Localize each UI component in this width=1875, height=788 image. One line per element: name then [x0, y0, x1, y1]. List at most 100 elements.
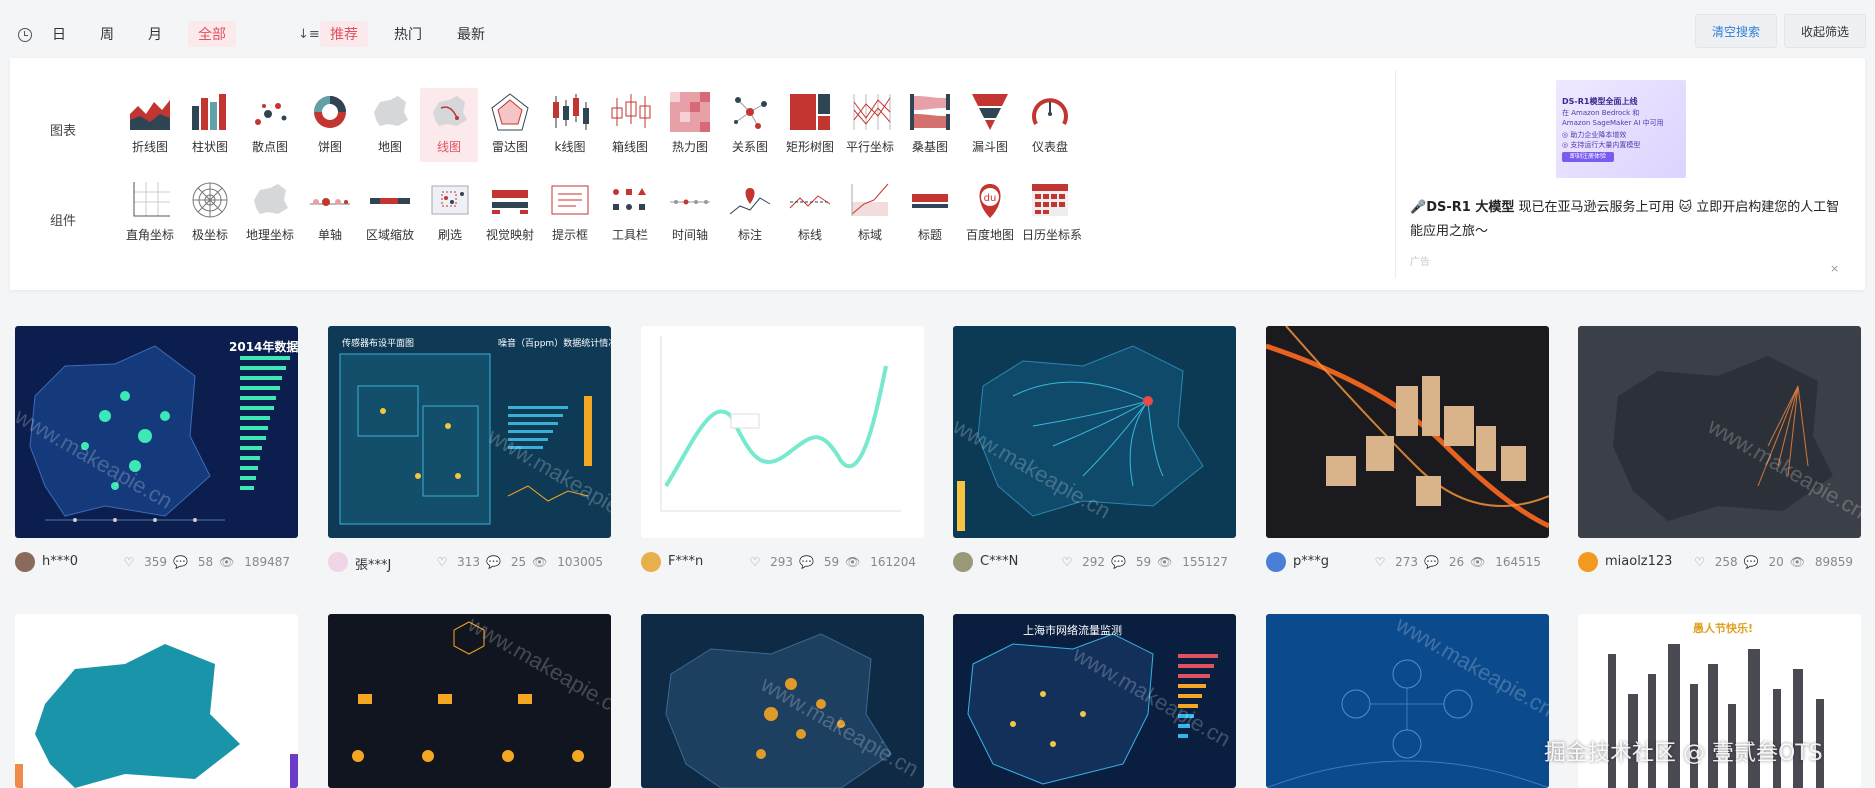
gallery-card[interactable]: p***g ♡ 273 💬 26 👁 164515: [1266, 326, 1549, 572]
username[interactable]: h***0: [42, 554, 78, 569]
card-thumbnail[interactable]: www.makeapie.cn: [953, 326, 1236, 538]
cat-sankey-chart[interactable]: 桑基图: [902, 92, 958, 155]
like-icon[interactable]: ♡: [1375, 555, 1386, 569]
cat-funnel-chart[interactable]: 漏斗图: [962, 92, 1018, 155]
avatar[interactable]: [953, 552, 973, 572]
cat-title[interactable]: 标题: [902, 180, 958, 243]
thumbnail-title: 愚人节快乐!: [1693, 622, 1754, 635]
cat-calendar[interactable]: 日历坐标系: [1022, 180, 1082, 243]
card-thumbnail[interactable]: www.makeapie.cn: [1578, 326, 1861, 538]
gallery-card[interactable]: www.makeapie.cn C***N ♡ 292 💬 59 👁 155127: [953, 326, 1236, 572]
collapse-filter-button[interactable]: 收起筛选: [1784, 14, 1867, 48]
cat-geo[interactable]: 地理坐标: [242, 180, 298, 243]
username[interactable]: miaolz123: [1605, 554, 1672, 569]
view-icon: 👁: [1789, 555, 1805, 569]
username[interactable]: F***n: [668, 554, 703, 569]
time-filter-day[interactable]: 日: [52, 24, 66, 44]
like-icon[interactable]: ♡: [750, 555, 761, 569]
cat-graph-chart[interactable]: 关系图: [722, 92, 778, 155]
like-icon[interactable]: ♡: [1694, 555, 1705, 569]
card-thumbnail[interactable]: www.makeapie.cn: [1266, 614, 1549, 788]
cat-parallel-chart[interactable]: 平行坐标: [842, 92, 898, 155]
cat-baidu-map[interactable]: du 百度地图: [962, 180, 1018, 243]
cat-timeline[interactable]: 时间轴: [662, 180, 718, 243]
sort-latest[interactable]: 最新: [457, 24, 485, 44]
avatar[interactable]: [15, 552, 35, 572]
gallery-card[interactable]: 传感器布设平面图 噪音（百ppm）数据统计情况 www.makeapie.cn …: [328, 326, 611, 573]
cat-tooltip[interactable]: 提示框: [542, 180, 598, 243]
cat-line-chart[interactable]: 折线图: [122, 92, 178, 155]
ad-image[interactable]: DS-R1模型全面上线 在 Amazon Bedrock 和 Amazon Sa…: [1556, 80, 1686, 178]
card-thumbnail[interactable]: 上海市网络流量监测 www.makeapie.cn: [953, 614, 1236, 788]
cat-visualmap[interactable]: 视觉映射: [482, 180, 538, 243]
cat-pie-chart[interactable]: 饼图: [302, 92, 358, 155]
cat-map-chart[interactable]: 地图: [362, 92, 418, 155]
gallery-card[interactable]: www.makeapie.cn miaolz123 ♡ 258 💬 20 👁 898…: [1578, 326, 1861, 572]
cat-heatmap-chart[interactable]: 热力图: [662, 92, 718, 155]
avatar[interactable]: [328, 552, 348, 572]
username[interactable]: C***N: [980, 554, 1018, 569]
username[interactable]: p***g: [1293, 554, 1329, 569]
thumbnail-art: [660, 336, 901, 512]
gallery-card[interactable]: 上海市网络流量监测 www.makeapie.cn: [953, 614, 1236, 788]
clear-search-button[interactable]: 清空搜索: [1695, 14, 1778, 48]
cat-brush[interactable]: 刷选: [422, 180, 478, 243]
polar-icon: [192, 182, 228, 218]
gallery-card[interactable]: 2014年数据统计 www.makeapie.cn h***0 ♡ 359💬 5…: [15, 326, 298, 572]
cat-single-axis[interactable]: 单轴: [302, 180, 358, 243]
cat-gauge-chart[interactable]: 仪表盘: [1022, 92, 1078, 155]
datazoom-icon: [370, 198, 410, 204]
cat-scatter-chart[interactable]: 散点图: [242, 92, 298, 155]
card-thumbnail[interactable]: [1266, 326, 1549, 538]
sort-recommend[interactable]: 推荐: [320, 21, 368, 47]
cat-polar[interactable]: 极坐标: [182, 180, 238, 243]
avatar[interactable]: [1578, 552, 1598, 572]
gallery-card[interactable]: www.makeapie.cn: [641, 614, 924, 788]
username[interactable]: 張***J: [355, 554, 391, 573]
gallery-card[interactable]: [15, 614, 298, 788]
gallery-card[interactable]: www.makeapie.cn: [1266, 614, 1549, 788]
card-thumbnail[interactable]: www.makeapie.cn: [328, 614, 611, 788]
view-icon: 👁: [1470, 555, 1486, 569]
cat-radar-chart[interactable]: 雷达图: [482, 92, 538, 155]
like-icon[interactable]: ♡: [124, 555, 135, 569]
cat-cartesian[interactable]: 直角坐标: [122, 180, 178, 243]
view-icon: 👁: [219, 555, 235, 569]
time-filter-week[interactable]: 周: [100, 24, 114, 44]
ad-close-icon[interactable]: ×: [1830, 262, 1839, 275]
gauge-icon: [1032, 98, 1068, 125]
cat-candlestick-chart[interactable]: k线图: [542, 92, 598, 155]
time-filter-all[interactable]: 全部: [188, 21, 236, 47]
like-icon[interactable]: ♡: [437, 555, 448, 569]
cat-markline[interactable]: 标线: [782, 180, 838, 243]
cat-lines-chart[interactable]: 线图: [420, 88, 478, 162]
card-thumbnail[interactable]: 2014年数据统计 www.makeapie.cn: [15, 326, 298, 538]
sort-hot[interactable]: 热门: [394, 24, 422, 44]
like-icon[interactable]: ♡: [1062, 555, 1073, 569]
time-filter-month[interactable]: 月: [148, 24, 162, 44]
ad-text[interactable]: 🎤DS-R1 大模型 现已在亚马逊云服务上可用 🐱 立即开启构建您的人工智能应用…: [1410, 196, 1850, 244]
avatar[interactable]: [1266, 552, 1286, 572]
card-thumbnail[interactable]: www.makeapie.cn: [641, 614, 924, 788]
gallery-card[interactable]: F***n ♡ 293 💬 59 👁 161204: [641, 326, 924, 572]
view-icon: 👁: [1157, 555, 1173, 569]
gallery-card[interactable]: www.makeapie.cn: [328, 614, 611, 788]
cat-datazoom[interactable]: 区域缩放: [362, 180, 418, 243]
cat-treemap-chart[interactable]: 矩形树图: [782, 92, 838, 155]
comment-icon: 💬: [1743, 555, 1759, 569]
card-thumbnail[interactable]: [15, 614, 298, 788]
card-thumbnail[interactable]: [641, 326, 924, 538]
comment-icon: 💬: [486, 555, 502, 569]
view-icon: 👁: [845, 555, 861, 569]
cat-boxplot-chart[interactable]: 箱线图: [602, 92, 658, 155]
cat-markarea[interactable]: 标域: [842, 180, 898, 243]
cat-toolbox[interactable]: 工具栏: [602, 180, 658, 243]
cat-bar-chart[interactable]: 柱状图: [182, 92, 238, 155]
card-thumbnail[interactable]: 传感器布设平面图 噪音（百ppm）数据统计情况 www.makeapie.cn: [328, 326, 611, 538]
source-credit: 掘金技术社区 @ 壹贰叁OTS: [1544, 741, 1823, 766]
title-icon: [912, 194, 948, 208]
lines-chart-icon: [433, 96, 467, 126]
comment-icon: 💬: [1111, 555, 1127, 569]
cat-markpoint[interactable]: 标注: [722, 180, 778, 243]
avatar[interactable]: [641, 552, 661, 572]
